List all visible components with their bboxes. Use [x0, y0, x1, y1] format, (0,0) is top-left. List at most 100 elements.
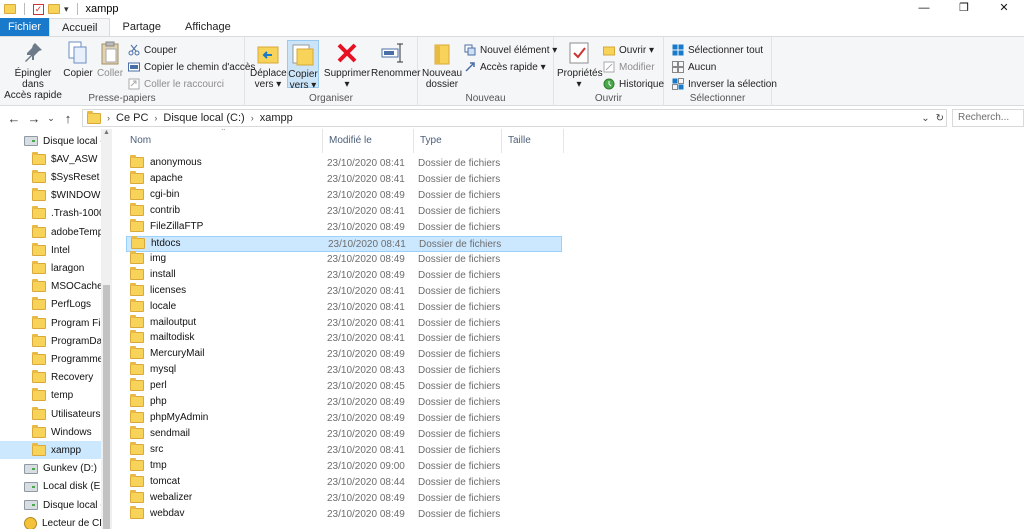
edit-button[interactable]: Modifier — [603, 59, 655, 75]
file-row[interactable]: src 23/10/2020 08:41 Dossier de fichiers — [126, 442, 562, 459]
breadcrumb-this-pc[interactable]: Ce PC — [116, 112, 148, 124]
rename-button[interactable]: Renommer — [371, 40, 420, 79]
new-folder-button[interactable]: Nouveau dossier — [422, 40, 462, 90]
file-name: install — [150, 268, 176, 280]
open-button[interactable]: Ouvrir ▾ — [603, 42, 654, 58]
file-row[interactable]: licenses 23/10/2020 08:41 Dossier de fichi… — [126, 282, 562, 300]
sidebar-item[interactable]: Windows — [0, 423, 101, 441]
chevron-right-icon[interactable]: › — [251, 113, 254, 123]
file-row[interactable]: mailtodisk 23/10/2020 08:41 Dossier de fic… — [126, 330, 562, 347]
move-to-button[interactable]: Déplacer vers ▾ — [250, 40, 290, 90]
file-row[interactable]: tmp 23/10/2020 09:00 Dossier de fichiers — [126, 458, 562, 475]
address-dropdown-icon[interactable]: ⌄ — [921, 113, 929, 124]
search-input[interactable]: Recherch... — [952, 109, 1024, 127]
forward-button[interactable]: → — [24, 111, 44, 126]
scroll-up-icon[interactable]: ▲ — [101, 129, 112, 136]
sidebar-item[interactable]: laragon — [0, 259, 101, 277]
sidebar-item[interactable]: $AV_ASW — [0, 150, 101, 168]
maximize-button[interactable]: ❐ — [944, 0, 984, 18]
breadcrumb-drive-c[interactable]: Disque local (C:) — [163, 112, 244, 124]
file-row[interactable]: install 23/10/2020 08:49 Dossier de fichie… — [126, 266, 562, 284]
file-row[interactable]: perl 23/10/2020 08:45 Dossier de fichiers — [126, 378, 562, 395]
select-none-button[interactable]: Aucun — [672, 59, 716, 75]
file-row[interactable]: sendmail 23/10/2020 08:49 Dossier de fichi… — [126, 426, 562, 443]
file-row[interactable]: webdav 23/10/2020 08:49 Dossier de fichier… — [126, 505, 562, 523]
tab-home[interactable]: Accueil — [49, 18, 111, 36]
pin-quick-access-button[interactable]: Épingler dans Accès rapide — [4, 40, 62, 101]
sidebar-item[interactable]: MSOCache — [0, 278, 101, 296]
sidebar-item[interactable]: temp — [0, 387, 101, 405]
cut-button[interactable]: Couper — [128, 42, 177, 58]
sidebar-item[interactable]: Lecteur de CD ( — [0, 514, 101, 529]
sidebar-item[interactable]: Program Files — [0, 314, 101, 332]
new-folder-quick-icon[interactable] — [48, 4, 60, 14]
customize-toolbar-icon[interactable]: ▾ — [64, 4, 69, 15]
file-row[interactable]: tomcat 23/10/2020 08:44 Dossier de fichier… — [126, 474, 562, 491]
chevron-right-icon[interactable]: › — [154, 113, 157, 123]
sidebar-item[interactable]: Disque local (C:) — [0, 132, 101, 150]
tab-share[interactable]: Partage — [110, 18, 173, 36]
file-row[interactable]: img 23/10/2020 08:49 Dossier de fichiers — [126, 250, 562, 268]
file-row[interactable]: htdocs 23/10/2020 08:41 Dossier de fichier… — [126, 235, 562, 252]
scrollbar-thumb[interactable] — [103, 285, 110, 529]
file-row[interactable]: mysql 23/10/2020 08:43 Dossier de fichiers — [126, 362, 562, 379]
refresh-icon[interactable]: ↻ — [936, 113, 944, 124]
separator — [76, 3, 78, 15]
file-row[interactable]: webalizer 23/10/2020 08:49 Dossier de fich… — [126, 489, 562, 507]
sidebar-item[interactable]: Intel — [0, 241, 101, 259]
folder-icon — [32, 151, 46, 165]
new-item-button[interactable]: Nouvel élément ▾ — [464, 42, 557, 58]
sidebar-item[interactable]: ProgramData — [0, 332, 101, 350]
column-header-date[interactable]: Modifié le — [323, 129, 414, 153]
file-row[interactable]: cgi-bin 23/10/2020 08:49 Dossier de fichie… — [126, 186, 562, 204]
back-button[interactable]: ← — [4, 111, 24, 126]
easy-access-button[interactable]: Accès rapide ▾ — [464, 59, 546, 75]
sidebar-item[interactable]: PerfLogs — [0, 296, 101, 314]
recent-locations-button[interactable]: ⌄ — [44, 113, 58, 124]
sidebar-item[interactable]: Gunkev (D:) — [0, 460, 101, 478]
file-row[interactable]: MercuryMail 23/10/2020 08:49 Dossier de fi… — [126, 346, 562, 363]
address-bar[interactable]: › Ce PC › Disque local (C:) › xampp ⌄ ↻ — [82, 109, 947, 127]
file-row[interactable]: FileZillaFTP 23/10/2020 08:49 Dossier de f… — [126, 218, 562, 236]
properties-button[interactable]: Propriétés ▾ — [557, 40, 603, 90]
navigation-scrollbar[interactable]: ▲ — [101, 129, 112, 529]
properties-quick-icon[interactable]: ✓ — [33, 3, 44, 15]
column-header-type[interactable]: Type — [414, 129, 502, 153]
file-row[interactable]: locale 23/10/2020 08:41 Dossier de fichier… — [126, 298, 562, 316]
breadcrumb-xampp[interactable]: xampp — [260, 112, 293, 124]
sidebar-item[interactable]: Local disk (E:) — [0, 478, 101, 496]
file-row[interactable]: php 23/10/2020 08:49 Dossier de fichiers — [126, 394, 562, 411]
sidebar-item[interactable]: xampp — [0, 441, 101, 460]
column-header-name[interactable]: Nom — [124, 129, 323, 153]
file-row[interactable]: contrib 23/10/2020 08:41 Dossier de fichie… — [126, 202, 562, 220]
tab-view[interactable]: Affichage — [173, 18, 243, 36]
minimize-button[interactable]: — — [904, 0, 944, 18]
chevron-right-icon[interactable]: › — [107, 113, 110, 123]
history-button[interactable]: Historique — [603, 76, 664, 92]
sidebar-item[interactable]: $WINDOWS.~ — [0, 187, 101, 205]
file-row[interactable]: mailoutput 23/10/2020 08:41 Dossier de fic… — [126, 314, 562, 332]
file-row[interactable]: phpMyAdmin 23/10/2020 08:49 Dossier de fic… — [126, 410, 562, 427]
sidebar-item[interactable]: Disque local (F:) — [0, 496, 101, 514]
file-row[interactable]: anonymous 23/10/2020 08:41 Dossier de fich… — [126, 155, 562, 172]
sidebar-item[interactable]: Utilisateurs — [0, 405, 101, 423]
copy-button[interactable]: Copier — [63, 40, 93, 79]
up-button[interactable]: ↑ — [58, 111, 78, 126]
copy-path-button[interactable]: Copier le chemin d'accès — [128, 59, 255, 75]
tab-file[interactable]: Fichier — [0, 18, 50, 36]
column-header-size[interactable]: Taille — [502, 129, 564, 153]
invert-selection-button[interactable]: Inverser la sélection — [672, 76, 777, 92]
close-button[interactable]: ✕ — [984, 0, 1024, 18]
paste-button[interactable]: Coller — [95, 40, 125, 79]
sidebar-item[interactable]: .Trash-1000 — [0, 205, 101, 223]
sidebar-item[interactable]: adobeTemp — [0, 223, 101, 241]
sidebar-item[interactable]: Programmes — [0, 350, 101, 368]
sidebar-item[interactable]: $SysReset — [0, 168, 101, 186]
file-row[interactable]: apache 23/10/2020 08:41 Dossier de fichier… — [126, 170, 562, 188]
copy-to-button[interactable]: Copier vers ▾ — [287, 40, 319, 91]
select-all-button[interactable]: Sélectionner tout — [672, 42, 763, 58]
delete-button[interactable]: Supprimer ▾ — [323, 40, 371, 90]
paste-shortcut-button[interactable]: Coller le raccourci — [128, 76, 224, 92]
sidebar-item[interactable]: Recovery — [0, 369, 101, 387]
file-type: Dossier de fichiers — [418, 445, 501, 457]
